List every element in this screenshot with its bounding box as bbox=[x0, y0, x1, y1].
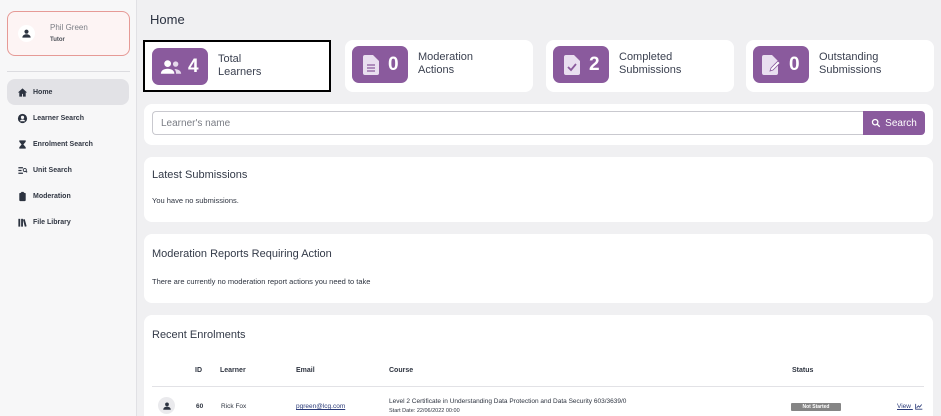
sidebar-item-unit-search[interactable]: Unit Search bbox=[7, 157, 129, 183]
document-icon bbox=[360, 54, 382, 76]
chart-line-icon bbox=[915, 403, 923, 410]
stat-tile: 0 bbox=[352, 46, 408, 83]
library-icon bbox=[17, 217, 28, 228]
stat-label-line1: Total bbox=[218, 53, 242, 65]
sidebar-item-home[interactable]: Home bbox=[7, 79, 129, 105]
stat-label: Completed Submissions bbox=[619, 51, 681, 77]
enrolment-start-date: Start Date: 22/06/2022 00:00 bbox=[389, 408, 460, 414]
stat-completed-submissions[interactable]: 2 Completed Submissions bbox=[546, 40, 734, 92]
sidebar: Phil Green Tutor Home Learner Search Enr… bbox=[0, 0, 137, 416]
search-button-label: Search bbox=[885, 117, 917, 129]
latest-submissions-card: Latest Submissions You have no submissio… bbox=[144, 157, 933, 222]
search-button[interactable]: Search bbox=[863, 111, 925, 135]
moderation-reports-title: Moderation Reports Requiring Action bbox=[152, 248, 332, 260]
stat-label: Total Learners bbox=[218, 53, 261, 79]
stat-label-line2: Submissions bbox=[819, 64, 882, 76]
stat-label-line1: Completed bbox=[619, 51, 673, 63]
column-header-learner: Learner bbox=[220, 367, 246, 374]
sidebar-item-label: File Library bbox=[33, 218, 71, 226]
sidebar-item-label: Home bbox=[33, 88, 53, 96]
enrolment-learner: Rick Fox bbox=[221, 403, 247, 410]
home-icon bbox=[17, 87, 28, 98]
column-header-id: ID bbox=[195, 367, 202, 374]
stat-tile: 4 bbox=[152, 48, 208, 85]
unit-search-icon bbox=[17, 165, 28, 176]
recent-enrolments-title: Recent Enrolments bbox=[152, 329, 246, 341]
enrolment-icon bbox=[17, 139, 28, 150]
user-name: Phil Green bbox=[50, 23, 88, 32]
sidebar-item-moderation[interactable]: Moderation bbox=[7, 183, 129, 209]
sidebar-item-label: Learner Search bbox=[33, 114, 84, 122]
status-badge: Not Started bbox=[791, 403, 841, 411]
sidebar-divider bbox=[7, 71, 130, 72]
moderation-reports-empty: There are currently no moderation report… bbox=[152, 277, 371, 286]
sidebar-item-file-library[interactable]: File Library bbox=[7, 209, 129, 235]
stat-total-learners[interactable]: 4 Total Learners bbox=[143, 40, 331, 92]
person-icon bbox=[158, 397, 175, 414]
stat-label: Outstanding Submissions bbox=[819, 51, 881, 77]
stat-label-line2: Actions bbox=[418, 64, 455, 76]
enrolment-id: 60 bbox=[196, 403, 204, 410]
stat-value: 2 bbox=[589, 53, 600, 75]
stat-value: 0 bbox=[388, 53, 399, 75]
stat-tile: 2 bbox=[553, 46, 609, 83]
enrolment-course: Level 2 Certificate in Understanding Dat… bbox=[389, 398, 627, 405]
latest-submissions-title: Latest Submissions bbox=[152, 169, 248, 181]
stat-label: Moderation Actions bbox=[418, 51, 473, 77]
person-icon bbox=[18, 25, 35, 42]
view-link-label: View bbox=[897, 403, 911, 411]
column-header-course: Course bbox=[389, 367, 414, 374]
user-card[interactable]: Phil Green Tutor bbox=[7, 11, 130, 56]
stat-label-line2: Submissions bbox=[619, 64, 682, 76]
stat-moderation-actions[interactable]: 0 Moderation Actions bbox=[345, 40, 533, 92]
stat-label-line1: Outstanding bbox=[819, 51, 879, 63]
learner-search-input[interactable]: Learner's name bbox=[152, 111, 864, 135]
column-header-status: Status bbox=[792, 367, 814, 374]
sidebar-item-learner-search[interactable]: Learner Search bbox=[7, 105, 129, 131]
table-header-divider bbox=[152, 386, 924, 387]
edit-document-icon bbox=[761, 54, 783, 76]
column-header-email: Email bbox=[296, 367, 315, 374]
page-title: Home bbox=[150, 12, 185, 27]
check-document-icon bbox=[561, 54, 583, 76]
sidebar-item-enrolment-search[interactable]: Enrolment Search bbox=[7, 131, 129, 157]
stat-value: 0 bbox=[789, 53, 800, 75]
sidebar-item-label: Unit Search bbox=[33, 166, 72, 174]
stat-label-line1: Moderation bbox=[418, 51, 474, 63]
latest-submissions-empty: You have no submissions. bbox=[152, 196, 239, 205]
stat-tile: 0 bbox=[753, 46, 809, 83]
stat-value: 4 bbox=[188, 55, 199, 77]
sidebar-item-label: Enrolment Search bbox=[33, 140, 93, 148]
sidebar-item-label: Moderation bbox=[33, 192, 71, 200]
search-icon bbox=[871, 118, 881, 128]
stat-label-line2: Learners bbox=[218, 66, 262, 78]
people-icon bbox=[160, 56, 182, 78]
search-card: Learner's name Search bbox=[144, 104, 933, 145]
moderation-reports-card: Moderation Reports Requiring Action Ther… bbox=[144, 234, 933, 303]
clipboard-icon bbox=[17, 191, 28, 202]
account-circle-icon bbox=[17, 113, 28, 124]
user-role: Tutor bbox=[50, 37, 65, 43]
view-link[interactable]: View bbox=[897, 403, 923, 410]
enrolment-email-link[interactable]: pgreen@lcg.com bbox=[296, 403, 345, 410]
sidebar-nav: Home Learner Search Enrolment Search Uni… bbox=[7, 79, 129, 235]
stat-outstanding-submissions[interactable]: 0 Outstanding Submissions bbox=[746, 40, 934, 92]
